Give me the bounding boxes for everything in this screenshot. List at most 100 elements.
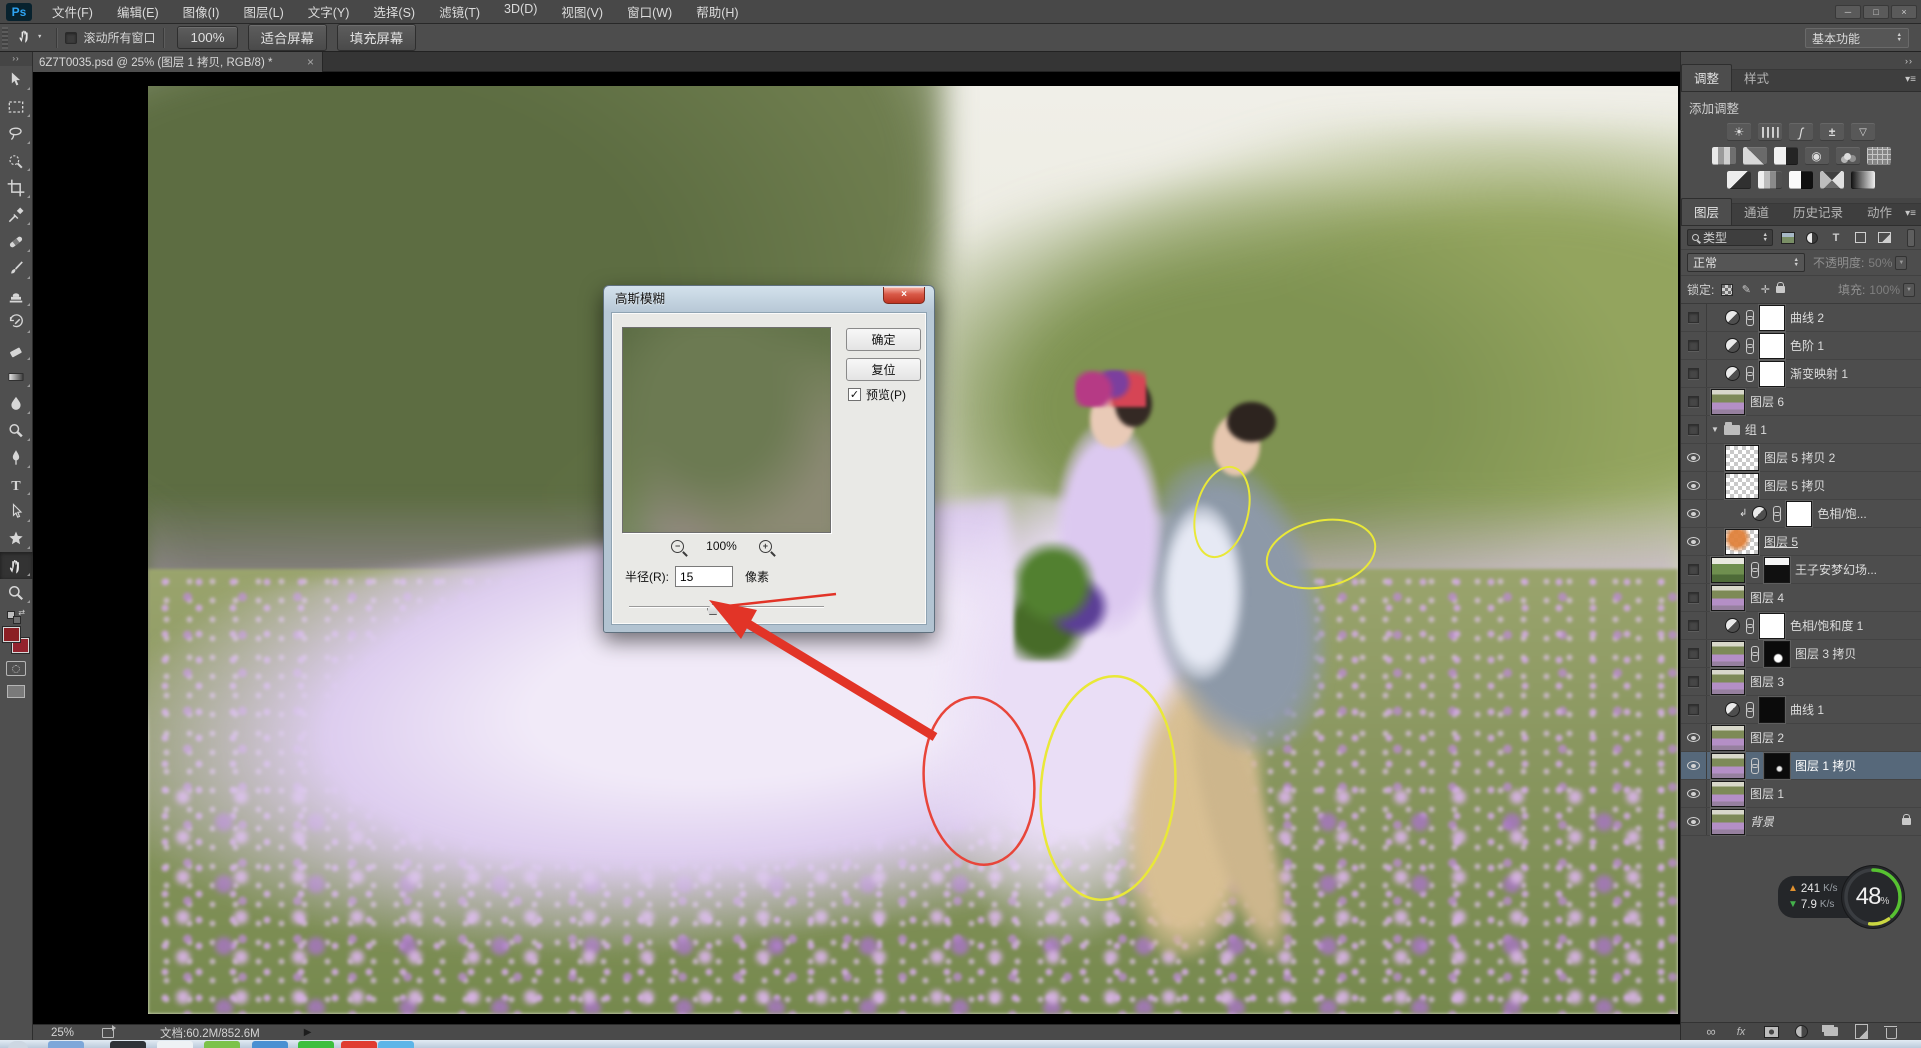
layer-thumbnail[interactable] <box>1711 641 1745 667</box>
radius-slider[interactable] <box>629 601 824 615</box>
spot-healing-tool[interactable] <box>0 228 33 255</box>
type-filter-icon[interactable] <box>1828 231 1844 245</box>
layer-row[interactable]: 图层 4 <box>1681 584 1921 612</box>
visibility-toggle[interactable] <box>1681 556 1707 583</box>
layer-name[interactable]: 曲线 1 <box>1790 701 1824 718</box>
layer-mask-thumbnail[interactable] <box>1786 501 1812 527</box>
quick-mask-button[interactable] <box>6 661 26 676</box>
layer-name[interactable]: 王子安梦幻场... <box>1795 561 1877 578</box>
curves-icon[interactable] <box>1789 123 1813 141</box>
visibility-toggle[interactable] <box>1681 696 1707 723</box>
history-brush-tool[interactable] <box>0 309 33 336</box>
layer-mask-thumbnail[interactable] <box>1764 753 1790 779</box>
tool-preset-dropdown-arrow[interactable]: ▼ <box>37 35 42 40</box>
new-adjustment-layer-icon[interactable] <box>1791 1024 1811 1040</box>
foreground-color-swatch[interactable] <box>3 627 20 642</box>
zoom-tool[interactable] <box>0 579 33 606</box>
app-light-circle[interactable] <box>157 1041 193 1048</box>
pen-tool[interactable] <box>0 444 33 471</box>
layer-name[interactable]: 组 1 <box>1745 421 1767 438</box>
layer-mask-thumbnail[interactable] <box>1764 641 1790 667</box>
panel-menu-icon[interactable]: ▾≡ <box>1905 208 1916 219</box>
windows-taskbar[interactable] <box>0 1040 1921 1048</box>
shape-filter-icon[interactable] <box>1852 231 1868 245</box>
visibility-toggle[interactable] <box>1681 472 1707 499</box>
menu-item-8[interactable]: 视图(V) <box>549 0 615 24</box>
pixel-filter-icon[interactable] <box>1780 231 1796 245</box>
zoom-in-icon[interactable]: + <box>759 540 772 553</box>
opacity-dropdown-arrow[interactable]: ▼ <box>1895 256 1907 270</box>
posterize-icon[interactable] <box>1758 171 1782 189</box>
tab-样式[interactable]: 样式 <box>1732 65 1781 91</box>
custom-shape-tool[interactable] <box>0 525 33 552</box>
panel-menu-icon[interactable]: ▾≡ <box>1905 74 1916 85</box>
menu-item-5[interactable]: 选择(S) <box>361 0 427 24</box>
menu-item-9[interactable]: 窗口(W) <box>615 0 684 24</box>
blend-mode-dropdown[interactable]: 正常 ▲▼ <box>1687 253 1805 272</box>
blur-tool[interactable] <box>0 390 33 417</box>
visibility-toggle[interactable] <box>1681 612 1707 639</box>
status-expand-arrow[interactable]: ▶ <box>304 1027 312 1038</box>
levels-icon[interactable] <box>1758 123 1782 141</box>
lasso-tool[interactable] <box>0 120 33 147</box>
minimize-button[interactable]: ─ <box>1835 5 1861 19</box>
layer-mask-thumbnail[interactable] <box>1759 361 1785 387</box>
visibility-toggle[interactable] <box>1681 304 1707 331</box>
lock-transparent-icon[interactable] <box>1719 283 1735 297</box>
visibility-toggle[interactable] <box>1681 332 1707 359</box>
layer-row[interactable]: 图层 3 拷贝 <box>1681 640 1921 668</box>
menu-item-2[interactable]: 图像(I) <box>171 0 232 24</box>
invert-icon[interactable] <box>1727 171 1751 189</box>
layer-name[interactable]: 色阶 1 <box>1790 337 1824 354</box>
layer-name[interactable]: 图层 3 拷贝 <box>1795 645 1856 662</box>
visibility-toggle[interactable] <box>1681 640 1707 667</box>
tab-历史记录[interactable]: 历史记录 <box>1781 199 1855 225</box>
layer-mask-thumbnail[interactable] <box>1759 333 1785 359</box>
visibility-toggle[interactable] <box>1681 808 1707 835</box>
current-tool-preset[interactable]: ▼ <box>16 27 42 48</box>
layer-row[interactable]: 王子安梦幻场... <box>1681 556 1921 584</box>
layer-thumbnail[interactable] <box>1711 585 1745 611</box>
visibility-toggle[interactable] <box>1681 724 1707 751</box>
layer-name[interactable]: 色相/饱... <box>1817 505 1866 522</box>
menu-item-4[interactable]: 文字(Y) <box>296 0 362 24</box>
brush-tool[interactable] <box>0 255 33 282</box>
layer-row[interactable]: 图层 6 <box>1681 388 1921 416</box>
layer-thumbnail[interactable] <box>1711 557 1745 583</box>
visibility-toggle[interactable] <box>1681 416 1707 443</box>
layer-row[interactable]: 图层 1 <box>1681 780 1921 808</box>
ok-button[interactable]: 确定 <box>846 328 921 351</box>
channel-mixer-icon[interactable] <box>1836 147 1860 165</box>
zoom-level[interactable]: 25% <box>51 1027 74 1039</box>
app-dark[interactable] <box>110 1041 146 1048</box>
layer-thumbnail[interactable] <box>1711 389 1745 415</box>
layer-thumbnail[interactable] <box>1711 725 1745 751</box>
layer-row[interactable]: 图层 5 拷贝 2 <box>1681 444 1921 472</box>
layer-name[interactable]: 背景 <box>1750 813 1774 830</box>
layer-name[interactable]: 图层 5 拷贝 <box>1764 477 1825 494</box>
color-swatches[interactable] <box>3 627 29 653</box>
memory-percent-gauge[interactable]: 48 % <box>1842 866 1904 928</box>
layer-row[interactable]: 渐变映射 1 <box>1681 360 1921 388</box>
visibility-toggle[interactable] <box>1681 584 1707 611</box>
net-speed-widget[interactable]: ▲ 241K/s ▼ 7.9K/s 48 % <box>1778 866 1904 928</box>
layer-row[interactable]: ↲色相/饱... <box>1681 500 1921 528</box>
layer-row[interactable]: ▼组 1 <box>1681 416 1921 444</box>
zoom-out-icon[interactable]: − <box>671 540 684 553</box>
adjustment-filter-icon[interactable] <box>1804 231 1820 245</box>
tab-动作[interactable]: 动作 <box>1855 199 1904 225</box>
layer-row[interactable]: 色相/饱和度 1 <box>1681 612 1921 640</box>
layer-row[interactable]: 图层 2 <box>1681 724 1921 752</box>
lock-pixels-icon[interactable] <box>1738 283 1754 297</box>
delete-layer-icon[interactable] <box>1881 1024 1901 1040</box>
reset-button[interactable]: 复位 <box>846 358 921 381</box>
dodge-tool[interactable] <box>0 417 33 444</box>
workspace-switcher[interactable]: 基本功能 ▲▼ <box>1805 28 1909 48</box>
path-select-tool[interactable] <box>0 498 33 525</box>
blur-preview[interactable] <box>622 327 831 533</box>
visibility-toggle[interactable] <box>1681 752 1707 779</box>
gradient-tool[interactable] <box>0 363 33 390</box>
selective-color-icon[interactable] <box>1820 171 1844 189</box>
layer-thumbnail[interactable] <box>1711 669 1745 695</box>
visibility-toggle[interactable] <box>1681 388 1707 415</box>
